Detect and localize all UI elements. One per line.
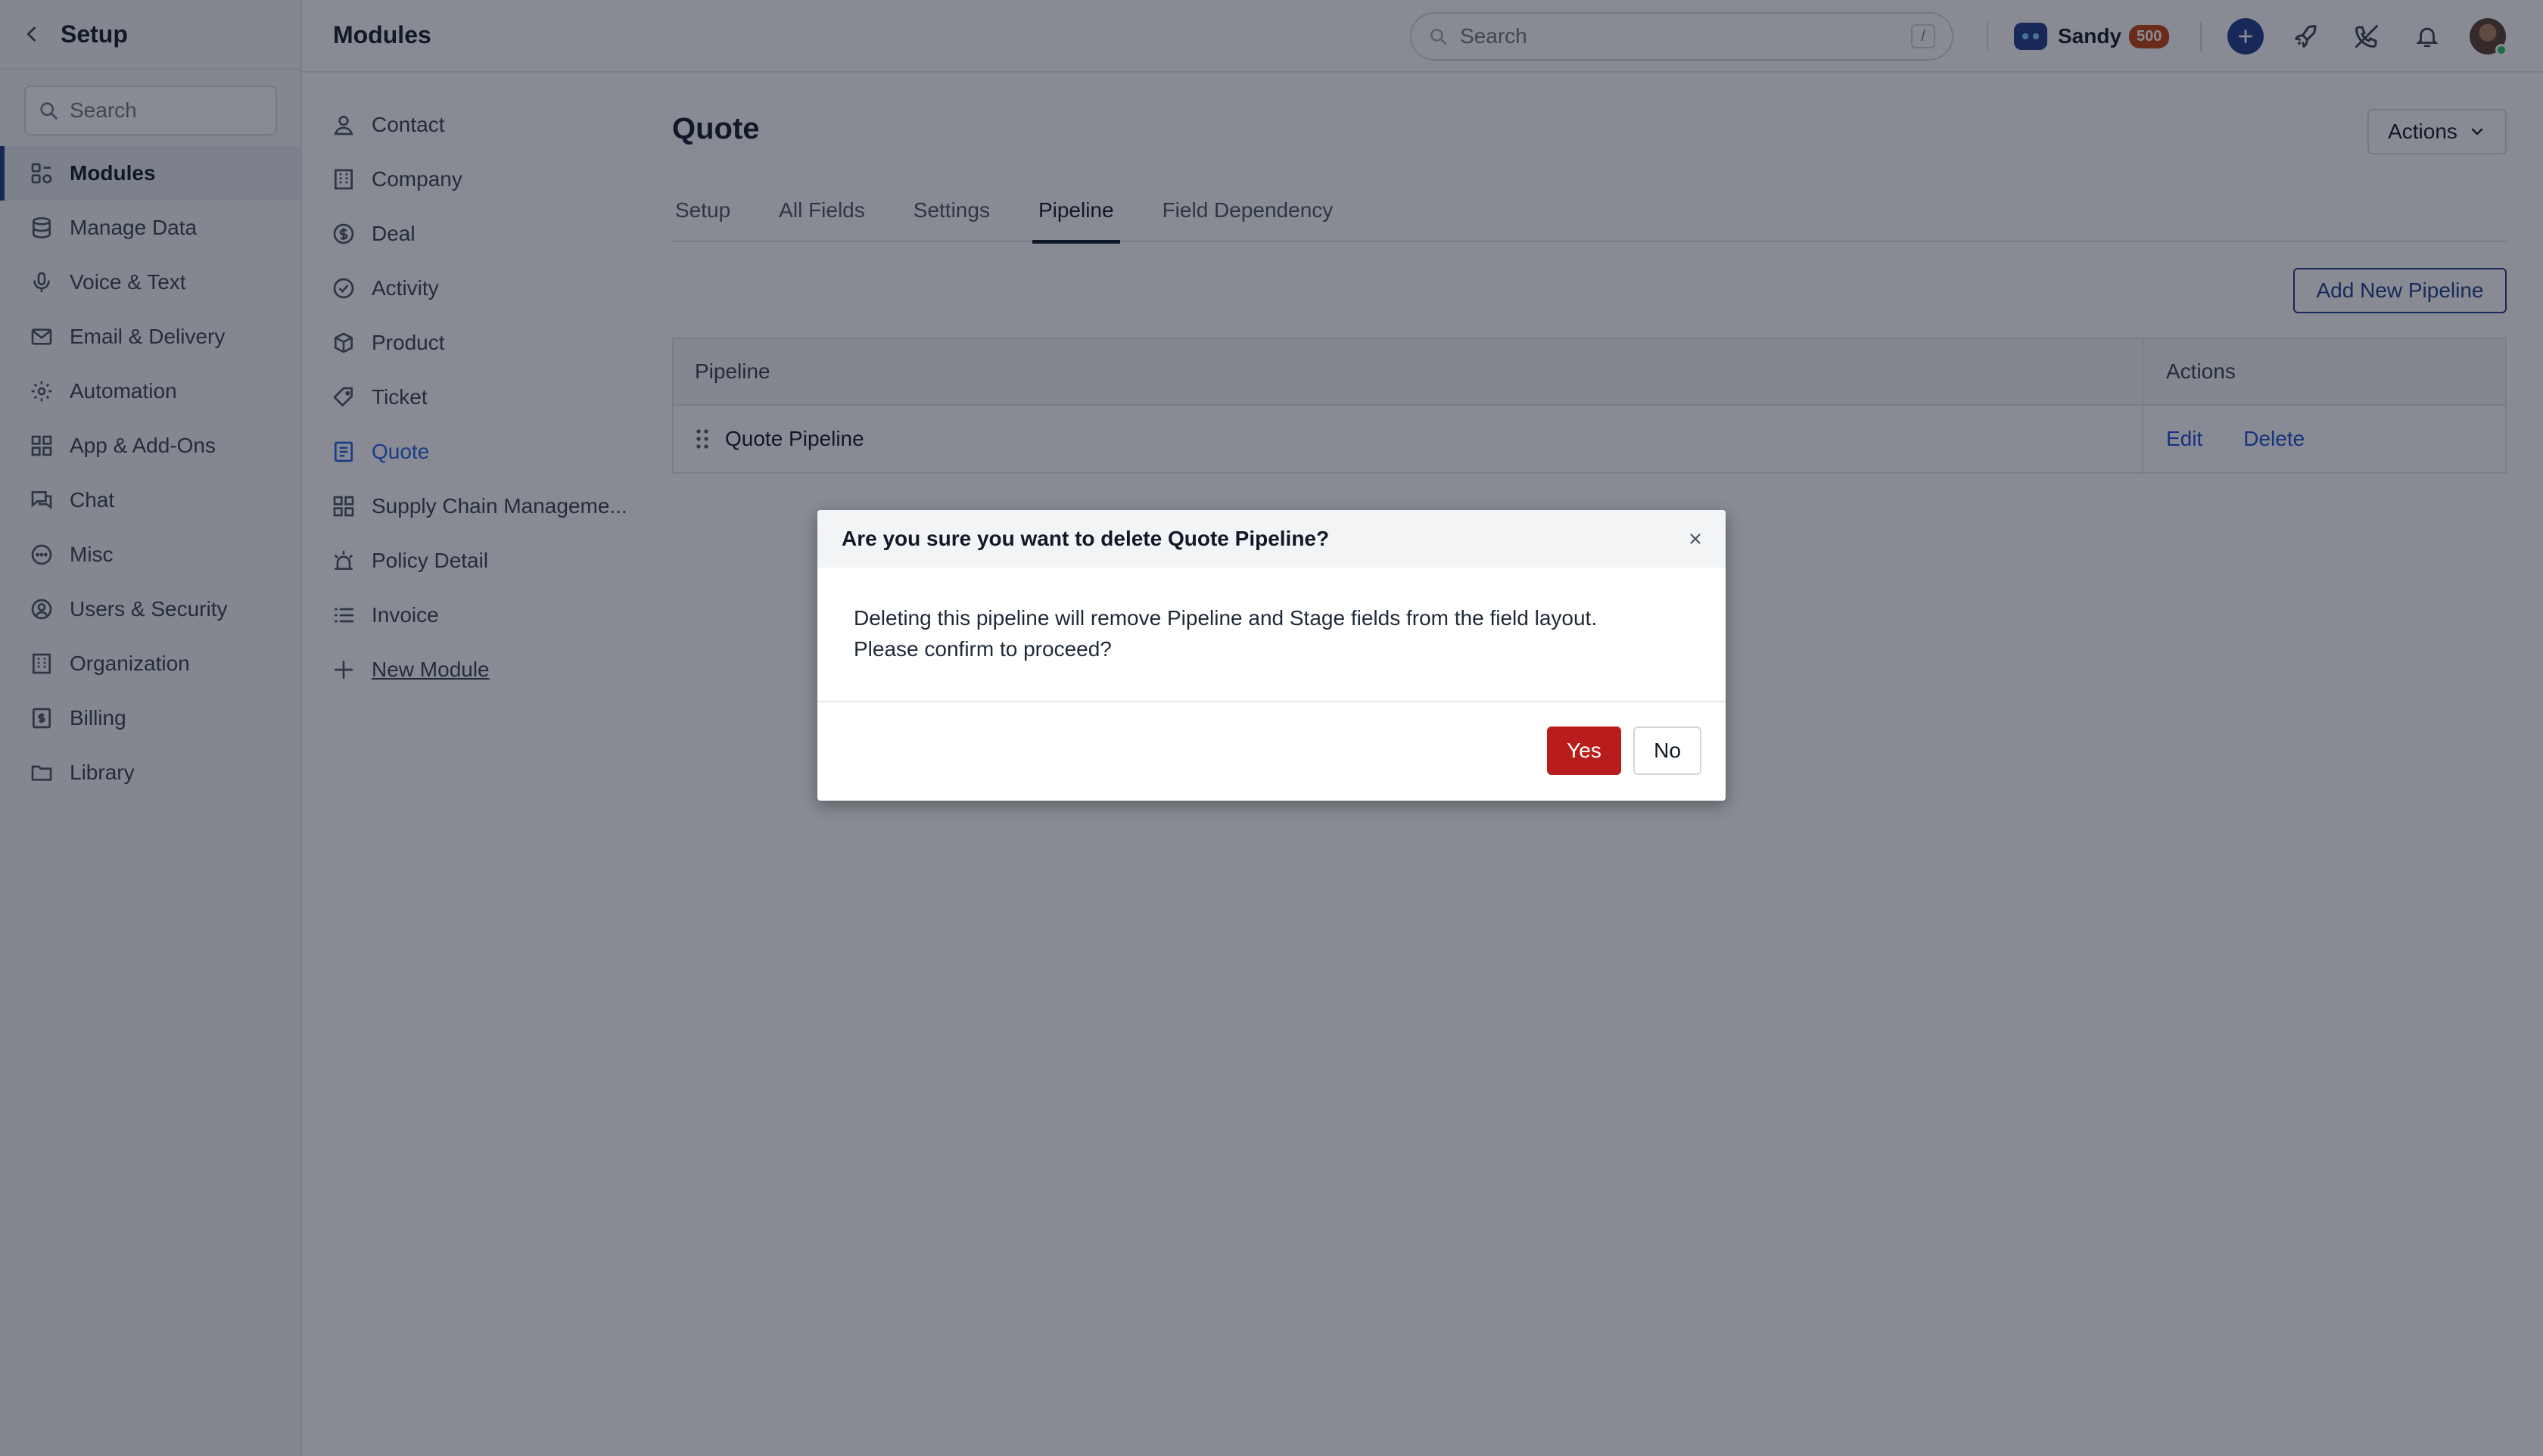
close-icon[interactable] — [1686, 530, 1704, 548]
confirm-yes-button[interactable]: Yes — [1547, 726, 1621, 775]
dialog-message-line-2: Please confirm to proceed? — [854, 637, 1112, 661]
dialog-body: Deleting this pipeline will remove Pipel… — [817, 568, 1726, 702]
dialog-title: Are you sure you want to delete Quote Pi… — [842, 527, 1330, 550]
confirm-no-button[interactable]: No — [1633, 726, 1701, 775]
dialog-footer: Yes No — [817, 702, 1726, 801]
delete-confirmation-dialog: Are you sure you want to delete Quote Pi… — [817, 510, 1726, 801]
app-root: Setup Modules Manage Data Voice & Text — [0, 0, 2543, 1456]
dialog-header: Are you sure you want to delete Quote Pi… — [817, 510, 1726, 568]
dialog-message-line-1: Deleting this pipeline will remove Pipel… — [854, 606, 1598, 630]
